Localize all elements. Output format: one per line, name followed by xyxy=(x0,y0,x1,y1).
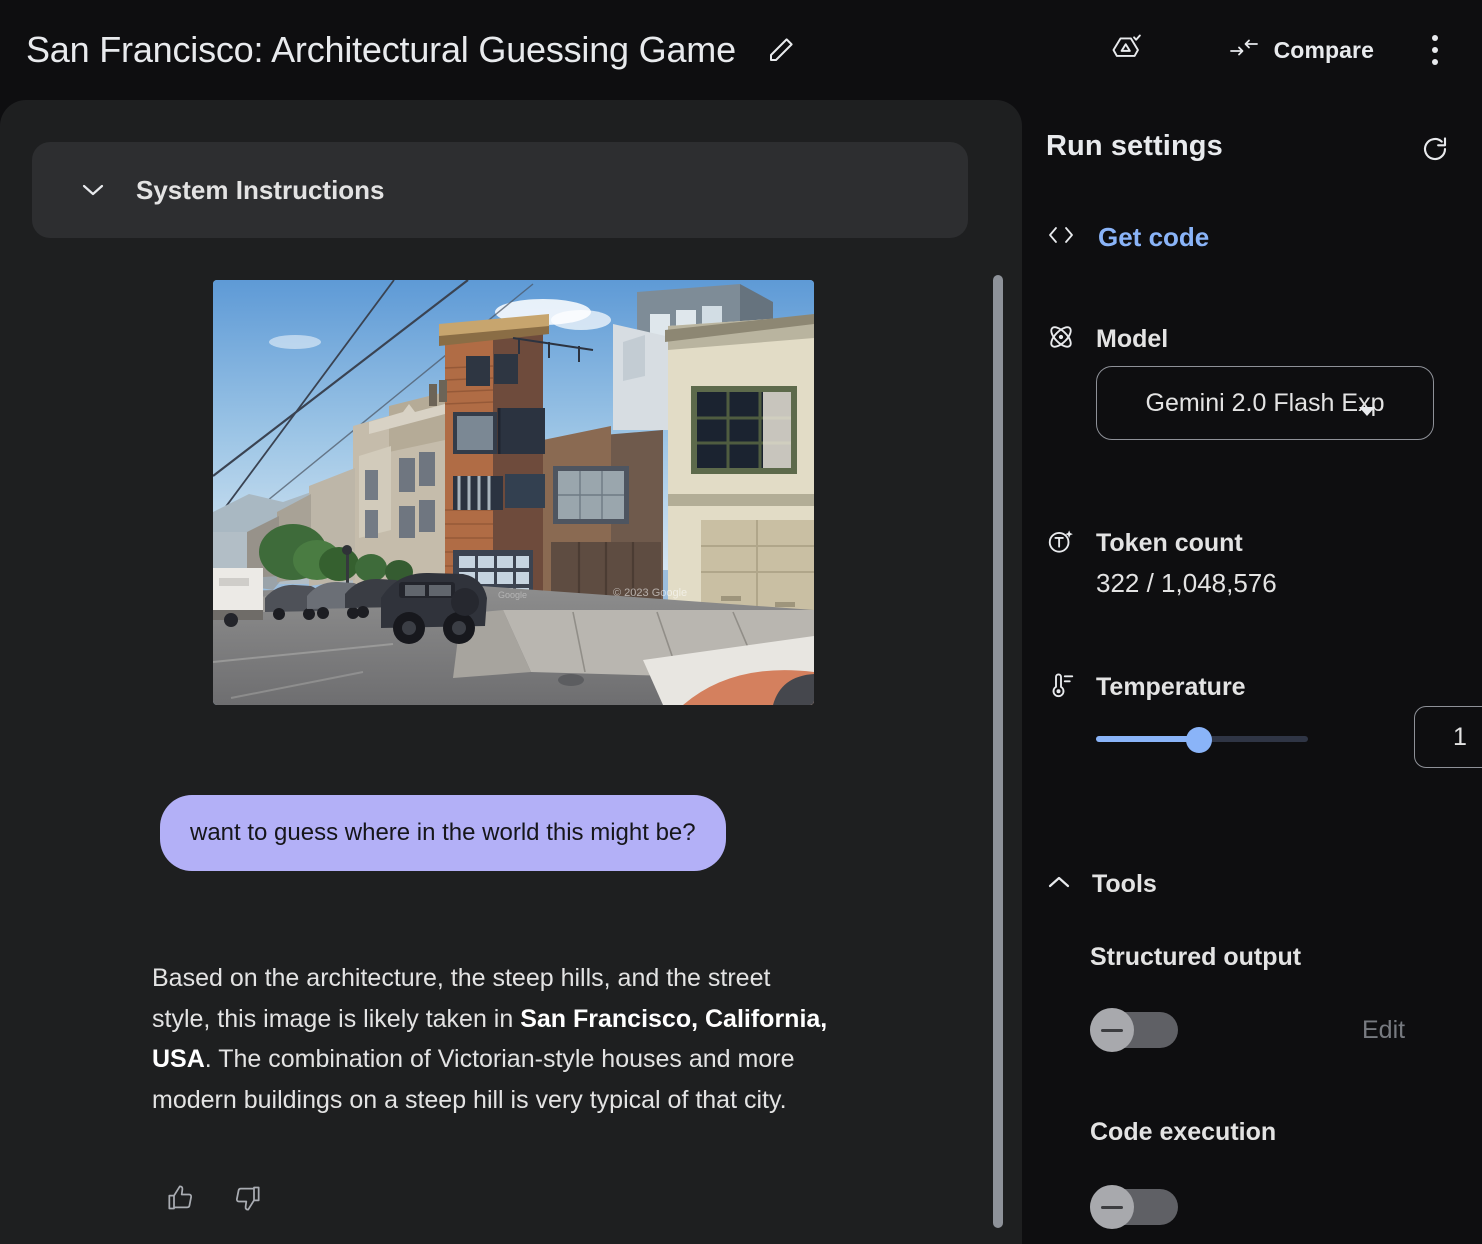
save-to-drive-check-icon[interactable] xyxy=(1104,27,1150,73)
scrollbar-thumb[interactable] xyxy=(993,275,1003,1228)
run-settings-header: Run settings xyxy=(1046,130,1458,163)
structured-output-label: Structured output xyxy=(1090,943,1302,971)
toggle-knob xyxy=(1090,1008,1134,1052)
toggle-off-dash-icon xyxy=(1101,1206,1123,1209)
code-execution-label: Code execution xyxy=(1090,1118,1277,1146)
thermometer-icon xyxy=(1046,670,1076,705)
pencil-icon[interactable] xyxy=(764,33,798,67)
compare-arrows-icon xyxy=(1228,35,1260,66)
model-section-header: Model xyxy=(1046,322,1168,357)
thumb-down-icon[interactable] xyxy=(232,1183,262,1213)
toggle-knob xyxy=(1090,1185,1134,1229)
chevron-down-icon xyxy=(80,177,106,203)
model-atom-icon xyxy=(1046,322,1076,357)
toggle-off-dash-icon xyxy=(1101,1029,1123,1032)
structured-output-edit-button[interactable]: Edit xyxy=(1362,1016,1405,1045)
token-count-value: 322 / 1,048,576 xyxy=(1096,568,1277,598)
svg-text:Google: Google xyxy=(498,590,527,600)
temperature-label: Temperature xyxy=(1096,673,1246,701)
temperature-slider[interactable] xyxy=(1096,727,1308,753)
app-root: San Francisco: Architectural Guessing Ga… xyxy=(0,0,1482,1244)
response-text-part2: . The combination of Victorian-style hou… xyxy=(152,1045,795,1114)
code-brackets-icon xyxy=(1046,223,1076,252)
system-instructions-card[interactable]: System Instructions xyxy=(32,142,968,238)
model-label: Model xyxy=(1096,325,1169,353)
compare-button[interactable]: Compare xyxy=(1228,35,1374,66)
run-settings-title: Run settings xyxy=(1046,130,1223,162)
tools-label: Tools xyxy=(1092,870,1157,898)
model-select[interactable]: Gemini 2.0 Flash Exp xyxy=(1096,366,1434,440)
token-count-label: Token count xyxy=(1096,529,1243,557)
model-selected-value: Gemini 2.0 Flash Exp xyxy=(1145,388,1385,417)
get-code-button[interactable]: Get code xyxy=(1046,222,1209,253)
code-execution-toggle[interactable] xyxy=(1090,1185,1178,1229)
slider-knob[interactable] xyxy=(1186,727,1212,753)
run-settings-panel: Run settings Get code Model Gemini 2.0 F… xyxy=(1022,100,1482,1244)
slider-fill xyxy=(1096,736,1200,742)
more-vertical-icon[interactable] xyxy=(1418,28,1452,72)
main-scrollbar[interactable] xyxy=(993,100,1003,1244)
token-count-section-header: Token count xyxy=(1046,526,1243,561)
get-code-label: Get code xyxy=(1098,222,1210,252)
structured-output-toggle[interactable] xyxy=(1090,1008,1178,1052)
user-message-bubble: want to guess where in the world this mi… xyxy=(160,795,726,871)
temperature-input[interactable]: 1 xyxy=(1414,706,1482,768)
compare-label: Compare xyxy=(1273,36,1374,63)
tools-section-header[interactable]: Tools xyxy=(1046,870,1157,899)
temperature-controls: 1 xyxy=(1096,706,1482,768)
app-header: San Francisco: Architectural Guessing Ga… xyxy=(0,0,1482,100)
header-actions: Compare xyxy=(1104,0,1482,100)
main-panel: System Instructions © 2023 Google Google… xyxy=(0,100,1022,1244)
thumb-up-icon[interactable] xyxy=(166,1183,196,1213)
chevron-up-icon xyxy=(1046,873,1072,896)
page-title: San Francisco: Architectural Guessing Ga… xyxy=(26,29,736,70)
street-view-photo[interactable]: © 2023 Google Google xyxy=(213,280,814,705)
temperature-section-header: Temperature xyxy=(1046,670,1246,705)
refresh-icon[interactable] xyxy=(1418,132,1452,166)
photo-watermark: © 2023 Google xyxy=(613,587,687,599)
feedback-actions xyxy=(166,1183,262,1213)
model-response: Based on the architecture, the steep hil… xyxy=(152,958,832,1120)
token-icon xyxy=(1046,526,1076,561)
caret-down-icon xyxy=(1357,396,1377,425)
system-instructions-label: System Instructions xyxy=(136,174,385,205)
